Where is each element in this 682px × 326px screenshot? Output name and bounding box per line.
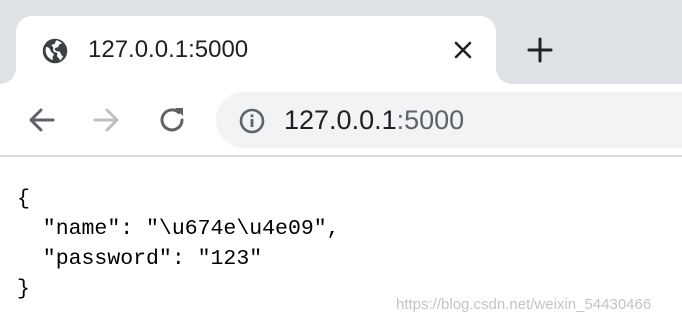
info-icon[interactable] [238, 107, 266, 135]
globe-icon [42, 38, 68, 64]
close-icon[interactable] [452, 39, 474, 61]
plus-icon[interactable] [524, 34, 556, 66]
address-bar[interactable]: 127.0.0.1:5000 [216, 92, 682, 148]
active-tab[interactable]: 127.0.0.1:5000 [0, 16, 512, 84]
forward-arrow-icon[interactable] [90, 104, 122, 136]
url-text: 127.0.0.1:5000 [284, 104, 464, 136]
tab-strip: 127.0.0.1:5000 [0, 0, 682, 84]
url-host: 127.0.0.1 [284, 105, 397, 135]
back-arrow-icon[interactable] [26, 104, 58, 136]
browser-toolbar: 127.0.0.1:5000 [0, 84, 682, 157]
watermark-text: https://blog.csdn.net/weixin_54430466 [396, 296, 652, 313]
tab-curve-left [0, 68, 16, 84]
tab-title: 127.0.0.1:5000 [88, 36, 249, 63]
url-port: :5000 [396, 105, 465, 135]
json-response-body: { "name": "\u674e\u4e09", "password": "1… [17, 187, 340, 301]
reload-icon[interactable] [156, 104, 188, 136]
tab-curve-right [496, 68, 512, 84]
